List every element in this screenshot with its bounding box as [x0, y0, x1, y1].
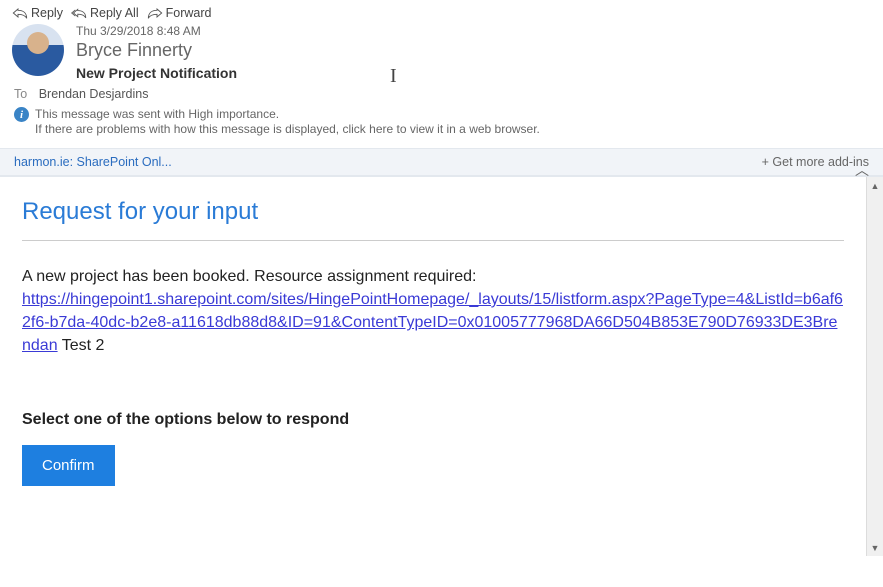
forward-icon [147, 6, 163, 20]
info-row: i This message was sent with High import… [0, 105, 883, 138]
reply-icon [12, 6, 28, 20]
body-paragraph: A new project has been booked. Resource … [22, 265, 844, 358]
addins-bar: harmon.ie: SharePoint Onl... + Get more … [0, 148, 883, 176]
body-scrollbar[interactable]: ▲ ▼ [866, 177, 883, 556]
message-body-wrap: Request for your input A new project has… [0, 176, 883, 556]
view-in-browser-link[interactable]: If there are problems with how this mess… [35, 122, 540, 136]
reply-label: Reply [31, 6, 63, 20]
sender-avatar [12, 24, 64, 76]
get-more-addins[interactable]: + Get more add-ins [762, 155, 869, 169]
addin-harmonie[interactable]: harmon.ie: SharePoint Onl... [14, 155, 172, 169]
message-body: Request for your input A new project has… [0, 177, 866, 556]
forward-label: Forward [166, 6, 212, 20]
message-subject: New Project Notification [76, 65, 237, 81]
info-icon: i [14, 107, 29, 122]
project-link[interactable]: https://hingepoint1.sharepoint.com/sites… [22, 291, 843, 354]
message-header: Thu 3/29/2018 8:48 AM Bryce Finnerty New… [0, 22, 883, 81]
scroll-up-icon[interactable]: ▲ [867, 177, 883, 194]
forward-button[interactable]: Forward [147, 6, 212, 20]
body-intro: A new project has been booked. Resource … [22, 268, 477, 285]
reply-button[interactable]: Reply [12, 6, 63, 20]
body-trailing: Test 2 [58, 337, 105, 354]
sender-name: Bryce Finnerty [76, 40, 237, 61]
sent-date: Thu 3/29/2018 8:48 AM [76, 24, 237, 38]
to-recipient: Brendan Desjardins [39, 87, 149, 101]
confirm-button[interactable]: Confirm [22, 445, 115, 486]
scroll-down-icon[interactable]: ▼ [867, 539, 883, 556]
importance-text: This message was sent with High importan… [35, 107, 540, 121]
reply-all-button[interactable]: Reply All [71, 6, 139, 20]
reply-all-icon [71, 6, 87, 20]
reply-all-label: Reply All [90, 6, 139, 20]
to-row: To Brendan Desjardins [0, 81, 883, 105]
body-divider [22, 240, 844, 241]
to-label: To [14, 87, 27, 101]
message-toolbar: Reply Reply All Forward [0, 0, 883, 22]
respond-heading: Select one of the options below to respo… [22, 408, 844, 431]
body-heading: Request for your input [22, 195, 844, 230]
